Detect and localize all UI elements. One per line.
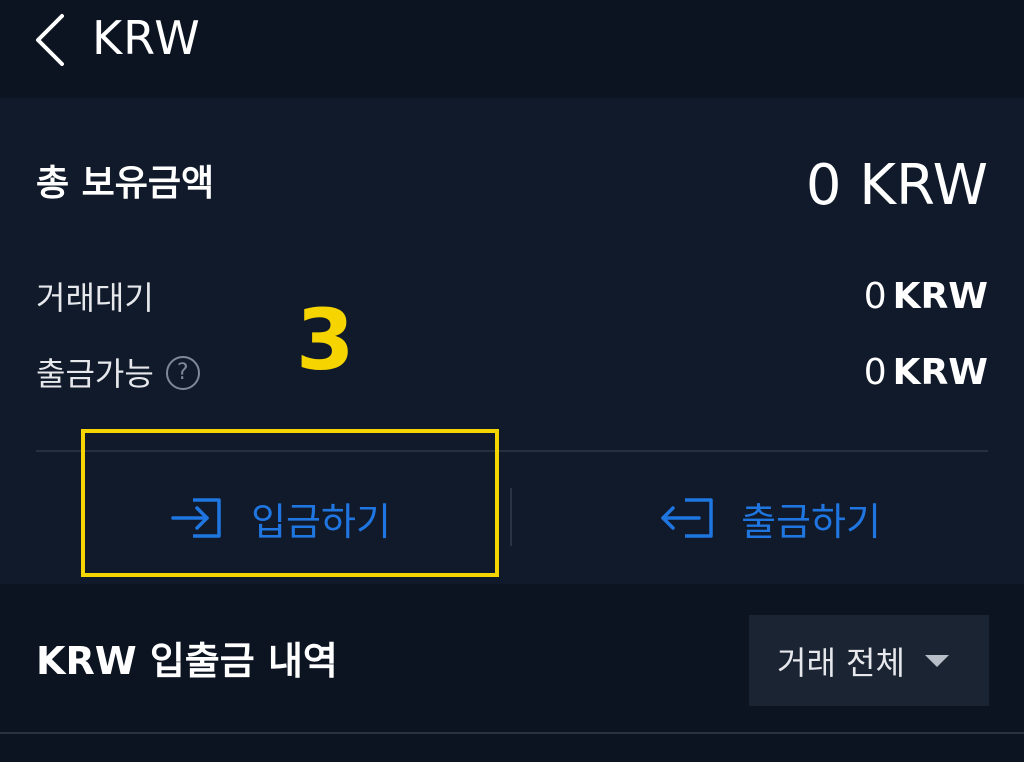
krw-wallet-screen: KRW 총 보유금액 0 KRW 거래대기 0 KRW 출금가능? 0 KRW 입금… [0, 0, 1024, 762]
withdrawable-value: 0 KRW [864, 351, 988, 395]
filter-selected-value: 거래 전체 [777, 643, 905, 682]
chevron-left-icon [36, 14, 64, 66]
pending-trade-unit: KRW [892, 276, 988, 317]
history-filter-dropdown[interactable]: 거래 전체 [749, 615, 989, 706]
balance-summary-card: 총 보유금액 0 KRW 거래대기 0KRW 출금가능? 0KRW 입금하기 [0, 98, 1024, 584]
withdrawable-amount: 0 [863, 352, 887, 393]
highlight-box [81, 429, 499, 577]
help-icon[interactable]: ? [165, 356, 200, 390]
withdraw-button[interactable]: 출금하기 [600, 470, 940, 566]
withdraw-button-label: 출금하기 [741, 499, 881, 544]
withdraw-icon [661, 498, 713, 538]
withdrawable-label: 출금가능 [36, 355, 154, 393]
pending-trade-amount: 0 [863, 276, 887, 317]
history-section-title: KRW 입출금 내역 [36, 639, 338, 683]
step-number: 3 [296, 291, 355, 389]
pending-trade-value: 0 KRW [864, 275, 988, 319]
top-bar: KRW [0, 0, 1024, 98]
total-holdings-value: 0 KRW [805, 153, 988, 218]
pending-trade-label: 거래대기 [36, 279, 154, 317]
withdrawable-unit: KRW [892, 352, 988, 393]
withdrawable-row: 출금가능? [36, 354, 200, 394]
page-title: KRW [92, 11, 201, 65]
section-divider [0, 732, 1024, 734]
button-divider [510, 488, 512, 546]
total-holdings-label: 총 보유금액 [36, 163, 215, 204]
back-button[interactable] [28, 10, 76, 66]
caret-down-icon [924, 654, 949, 667]
